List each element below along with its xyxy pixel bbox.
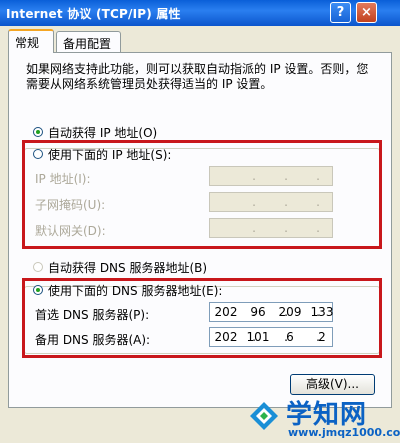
manual-dns-radio[interactable] [33, 285, 43, 295]
default-gateway-label: 默认网关(D): [35, 224, 106, 238]
auto-dns-label: 自动获得 DNS 服务器地址(B) [48, 261, 208, 275]
default-gateway-input[interactable]: . . . [209, 218, 333, 238]
subnet-mask-label: 子网掩码(U): [35, 198, 106, 212]
auto-dns-radio[interactable] [33, 262, 43, 272]
window-title: Internet 协议 (TCP/IP) 属性 [6, 7, 181, 21]
preferred-dns-input[interactable]: 202. 96. 209. 133 [209, 302, 333, 322]
subnet-mask-input[interactable]: . . . [209, 192, 333, 212]
auto-ip-radio[interactable] [33, 127, 43, 137]
help-button[interactable]: ? [330, 2, 351, 23]
tab-general[interactable]: 常规 [8, 29, 54, 53]
watermark-url: www.jmqz1000.com [288, 426, 400, 439]
auto-ip-label: 自动获得 IP 地址(O) [48, 126, 158, 140]
watermark-logo: 学知网 www.jmqz1000.com [248, 392, 400, 443]
tab-alternate-config[interactable]: 备用配置 [56, 31, 121, 52]
close-button[interactable]: × [356, 2, 377, 23]
manual-ip-radio[interactable] [33, 149, 43, 159]
preferred-dns-label: 首选 DNS 服务器(P): [35, 308, 150, 322]
alternate-dns-label: 备用 DNS 服务器(A): [35, 333, 151, 347]
manual-dns-label: 使用下面的 DNS 服务器地址(E): [48, 284, 223, 298]
ip-address-input[interactable]: . . . [209, 166, 333, 186]
title-bar: Internet 协议 (TCP/IP) 属性 ? × [0, 0, 400, 26]
tab-alternate-config-label: 备用配置 [63, 37, 112, 51]
tab-general-label: 常规 [15, 36, 40, 50]
logo-icon [250, 402, 278, 430]
description-text: 如果网络支持此功能，则可以获取自动指派的 IP 设置。否则，您需要从网络系统管理… [26, 62, 369, 91]
ip-address-label: IP 地址(I): [35, 172, 91, 186]
close-icon: × [361, 5, 372, 20]
manual-ip-label: 使用下面的 IP 地址(S): [48, 148, 172, 162]
alternate-dns-input[interactable]: 202. 101. 6. 2 [209, 327, 333, 347]
help-icon: ? [336, 5, 345, 20]
